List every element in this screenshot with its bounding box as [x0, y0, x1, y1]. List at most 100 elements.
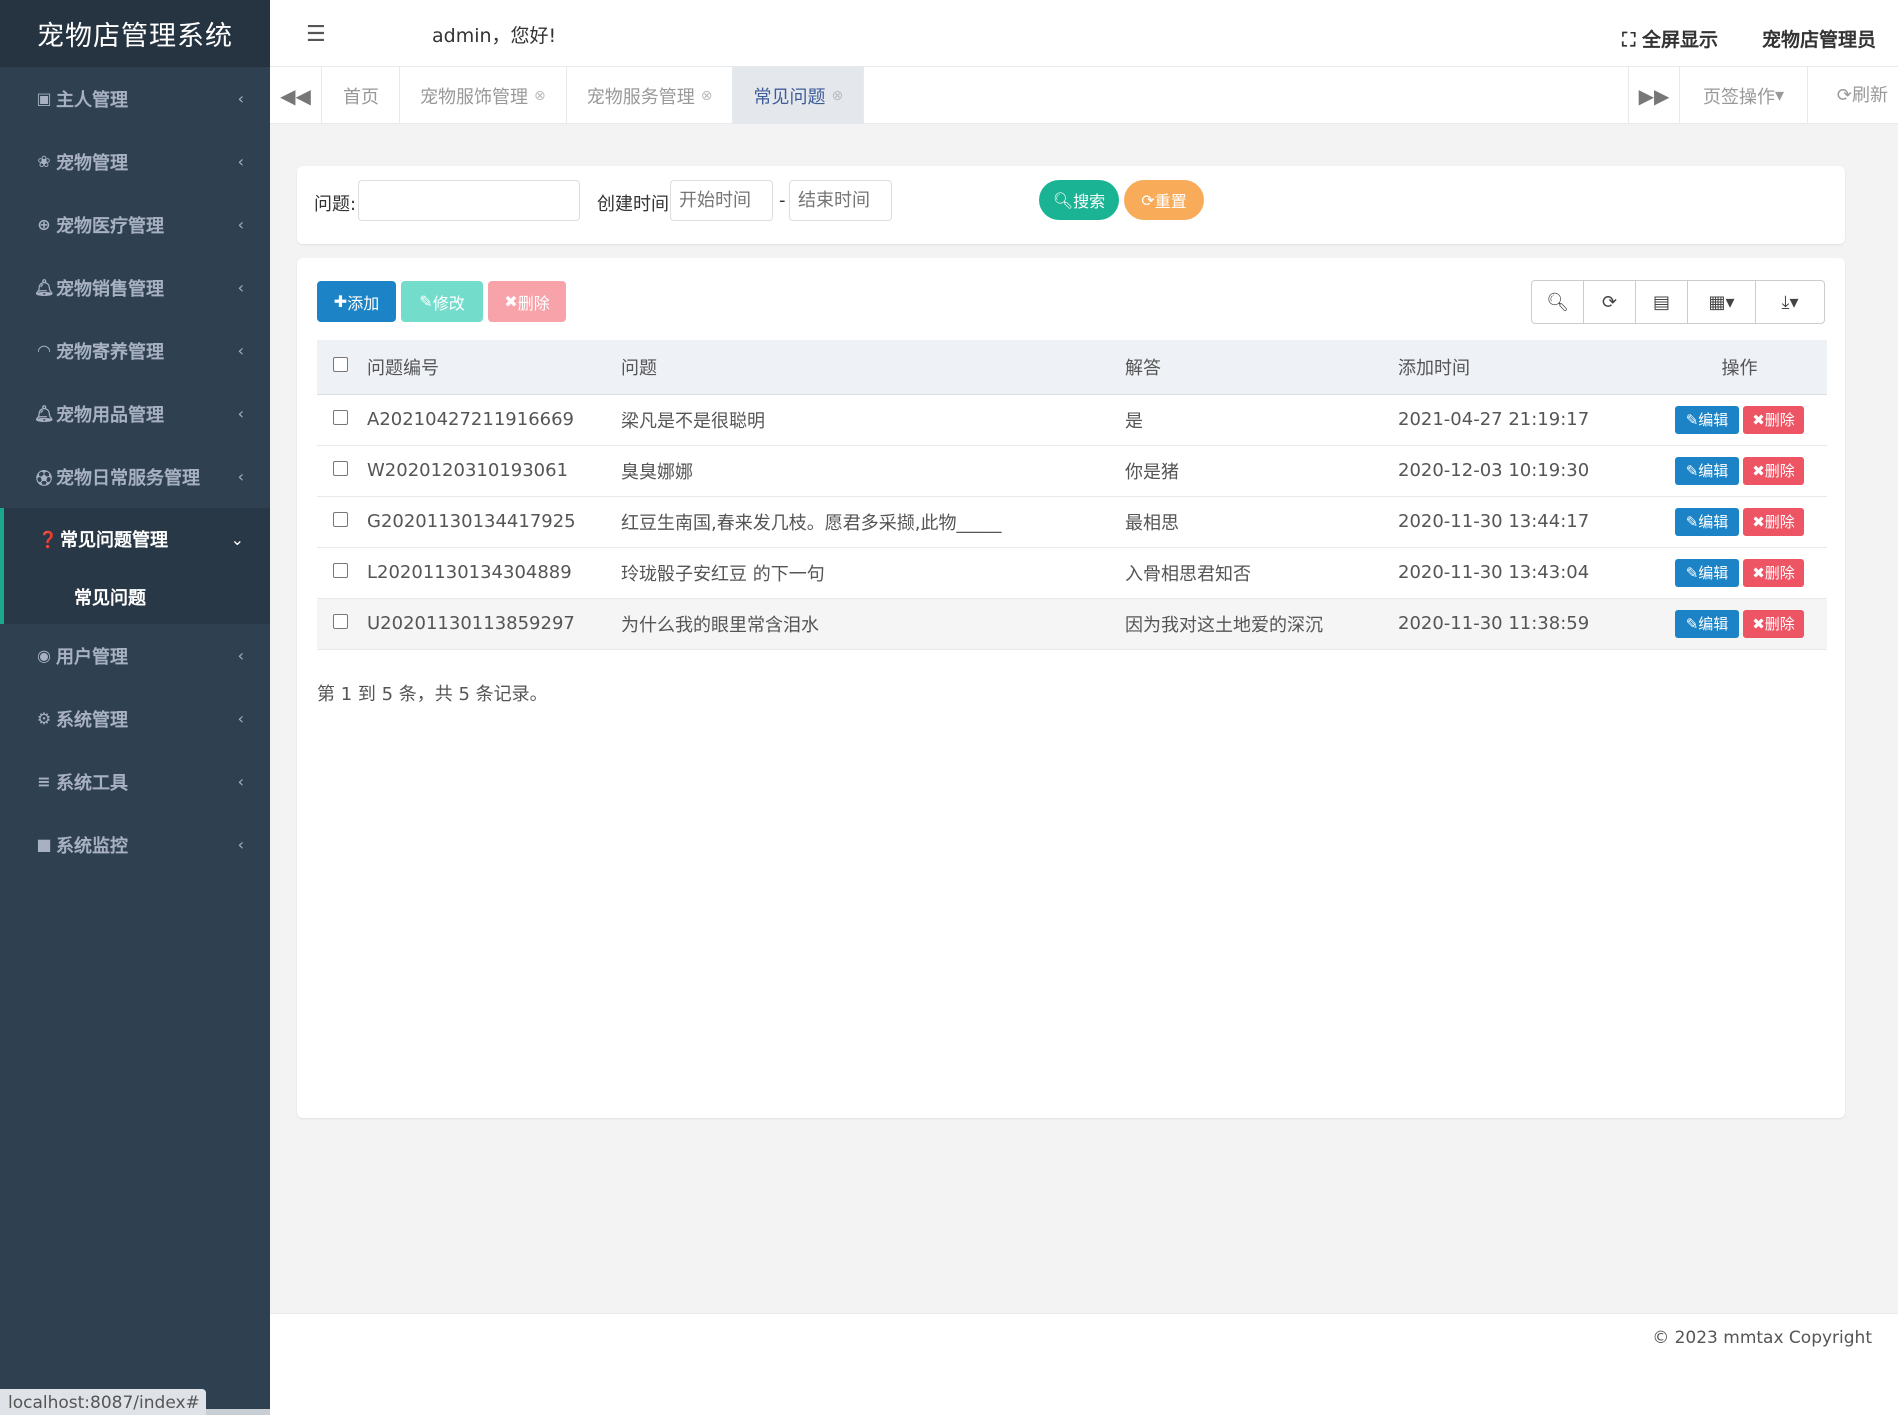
table-row[interactable]: L20201130134304889 玲珑骰子安红豆 的下一句 入骨相思君知否 202…: [317, 547, 1827, 599]
list-alt-icon: ▤: [1652, 291, 1670, 313]
question-input[interactable]: [358, 180, 580, 221]
end-time-input[interactable]: [789, 180, 892, 221]
column-header[interactable]: 添加时间: [1398, 340, 1652, 395]
row-edit-button[interactable]: ✎ 编辑: [1675, 609, 1739, 638]
close-icon: ✖: [504, 292, 518, 311]
column-header[interactable]: 问题: [621, 340, 1125, 395]
welcome-text: admin，您好!: [432, 25, 557, 47]
sidebar-item[interactable]: 🔔︎ 宠物销售管理 ‹: [0, 256, 270, 319]
row-edit-label: 编辑: [1698, 513, 1729, 531]
sidebar-item[interactable]: ⊕ 宠物医疗管理 ‹: [0, 193, 270, 256]
sidebar-item[interactable]: ▣ 主人管理 ‹: [0, 67, 270, 130]
table-row[interactable]: A20210427211916669 梁凡是不是很聪明是 2021-04-27 21…: [317, 394, 1827, 446]
select-all-checkbox[interactable]: [333, 357, 348, 373]
gear-icon: ⚙: [36, 709, 52, 728]
close-tab-icon[interactable]: ⊗: [534, 88, 546, 104]
row-delete-button[interactable]: ✖ 删除: [1743, 507, 1804, 536]
edit-button[interactable]: ✎ 修改: [401, 281, 483, 322]
edit-button-label: 修改: [432, 293, 465, 313]
sidebar-item[interactable]: ◠ 宠物寄养管理 ‹: [0, 319, 270, 382]
refresh-table-button[interactable]: ⟳: [1584, 281, 1636, 323]
sidebar-item-faq-management[interactable]: ❓ 常见问题管理 ⌄: [4, 508, 270, 570]
row-edit-button[interactable]: ✎ 编辑: [1675, 558, 1739, 587]
sidebar-item[interactable]: ❀ 宠物管理 ‹: [0, 130, 270, 193]
sidebar-item-label: 系统工具: [56, 772, 128, 794]
page-tab[interactable]: 首页: [323, 67, 400, 124]
sidebar-item[interactable]: ◉ 用户管理 ‹: [0, 624, 270, 687]
close-tab-icon[interactable]: ⊗: [831, 88, 843, 104]
refresh-tab-button[interactable]: ⟳刷新: [1837, 81, 1888, 107]
search-button[interactable]: 🔍︎ 搜索: [1039, 180, 1119, 220]
sidebar-item[interactable]: ≡ 系统工具 ‹: [0, 750, 270, 813]
chevron-left-icon: ‹: [237, 278, 244, 297]
tabs-scroll-left-button[interactable]: ◀◀: [270, 67, 322, 124]
sidebar-item[interactable]: ■ 系统监控 ‹: [0, 813, 270, 876]
row-delete-button[interactable]: ✖ 删除: [1743, 456, 1804, 485]
page-tabs-bar: ◀◀ 首页 宠物服饰管理 ⊗ 宠物服务管理 ⊗ 常见问题 ⊗ ▶▶ 页签操作 ▾ ⟳刷新: [270, 67, 1898, 124]
video-camera-icon: ■: [36, 835, 52, 854]
sidebar: 宠物店管理系统 ▣ 主人管理 ‹ ❀ 宠物管理 ‹ ⊕ 宠物医疗管理 ‹ 🔔︎ 宠物销售管理 ‹ ◠ 宠物…: [0, 0, 270, 1415]
question-cell: 玲珑骰子安红豆 的下一句: [621, 547, 1125, 599]
edit-icon: ✎: [419, 292, 433, 311]
main-content: 问题: 创建时间: - 🔍︎搜索 ⟳重置 ✚添加 ✎ 修改 ✖ 删除 🔍︎ ⟳ …: [270, 124, 1898, 1314]
sidebar-item[interactable]: ⚽︎ 宠物日常服务管理 ‹: [0, 445, 270, 508]
user-role-menu[interactable]: 宠物店管理员: [1762, 25, 1876, 52]
question-id-cell: G20201130134417925: [367, 496, 621, 548]
grid-icon: ▦▾: [1708, 291, 1735, 313]
row-delete-label: 删除: [1764, 411, 1795, 429]
toggle-search-button[interactable]: 🔍︎: [1532, 281, 1584, 323]
menu-toggle-icon[interactable]: ☰: [306, 22, 326, 47]
toggle-view-button[interactable]: ▤: [1636, 281, 1688, 323]
row-actions: ✎ 编辑 ✖ 删除: [1652, 394, 1827, 446]
row-checkbox[interactable]: [333, 512, 348, 527]
row-edit-button[interactable]: ✎ 编辑: [1675, 507, 1739, 536]
page-tab[interactable]: 常见问题 ⊗: [733, 67, 865, 124]
tab-operations-dropdown[interactable]: 页签操作 ▾: [1680, 67, 1808, 124]
edit-icon: ✎: [1685, 563, 1699, 582]
delete-button[interactable]: ✖ 删除: [488, 281, 566, 322]
close-icon: ✖: [1752, 512, 1765, 531]
download-icon: ⤓▾: [1781, 291, 1799, 313]
sidebar-active-group: ❓ 常见问题管理 ⌄ 常见问题: [0, 508, 270, 624]
row-checkbox[interactable]: [333, 563, 348, 578]
tabs-scroll-right-button[interactable]: ▶▶: [1628, 67, 1680, 124]
close-tab-icon[interactable]: ⊗: [701, 88, 713, 104]
row-delete-button[interactable]: ✖ 删除: [1743, 609, 1804, 638]
start-time-input[interactable]: [670, 180, 773, 221]
row-delete-button[interactable]: ✖ 删除: [1743, 405, 1804, 434]
fullscreen-button[interactable]: ⛶ 全屏显示: [1622, 25, 1718, 52]
columns-dropdown[interactable]: ▦▾: [1688, 281, 1756, 323]
row-checkbox[interactable]: [333, 410, 348, 425]
sidebar-item[interactable]: ⚙ 系统管理 ‹: [0, 687, 270, 750]
question-id-cell: A20210427211916669: [367, 394, 621, 446]
close-icon: ✖: [1752, 563, 1765, 582]
page-tab-label: 常见问题: [753, 86, 826, 108]
table-row[interactable]: U20201130113859297 为什么我的眼里常含泪水 因为我对这土地爱的深沉…: [317, 598, 1827, 650]
sidebar-item[interactable]: 🔔︎ 宠物用品管理 ‹: [0, 382, 270, 445]
column-header[interactable]: 解答: [1125, 340, 1398, 395]
status-url: localhost:8087/index#: [0, 1389, 206, 1415]
row-delete-button[interactable]: ✖ 删除: [1743, 558, 1804, 587]
row-checkbox[interactable]: [333, 614, 348, 629]
row-edit-button[interactable]: ✎ 编辑: [1675, 405, 1739, 434]
export-dropdown[interactable]: ⤓▾: [1756, 281, 1824, 323]
add-button[interactable]: ✚ 添加: [317, 281, 396, 322]
chevron-left-icon: ‹: [237, 646, 244, 665]
reset-button[interactable]: ⟳ 重置: [1124, 180, 1204, 220]
table-row[interactable]: G20201130134417925 红豆生南国,春来发几枝。愿君多采撷,此物__…: [317, 496, 1827, 548]
edit-icon: ✎: [1685, 614, 1699, 633]
row-edit-button[interactable]: ✎ 编辑: [1675, 456, 1739, 485]
question-cell: 梁凡是不是很聪明: [621, 394, 1125, 446]
row-actions: ✎ 编辑 ✖ 删除: [1652, 598, 1827, 650]
chevron-left-icon: ‹: [237, 89, 244, 108]
sidebar-subitem-faq[interactable]: 常见问题: [4, 570, 270, 624]
row-checkbox[interactable]: [333, 461, 348, 476]
top-header: ☰ admin，您好! ⛶ 全屏显示 宠物店管理员: [270, 0, 1898, 67]
list-icon: ≡: [37, 772, 51, 791]
column-header[interactable]: 问题编号: [367, 340, 621, 395]
row-actions: ✎ 编辑 ✖ 删除: [1652, 445, 1827, 497]
page-tab[interactable]: 宠物服饰管理 ⊗: [400, 67, 567, 124]
row-edit-label: 编辑: [1698, 462, 1729, 480]
page-tab[interactable]: 宠物服务管理 ⊗: [567, 67, 734, 124]
table-row[interactable]: W2020120310193061 臭臭娜娜 你是猪 2020-12-03 10:19…: [317, 445, 1827, 497]
